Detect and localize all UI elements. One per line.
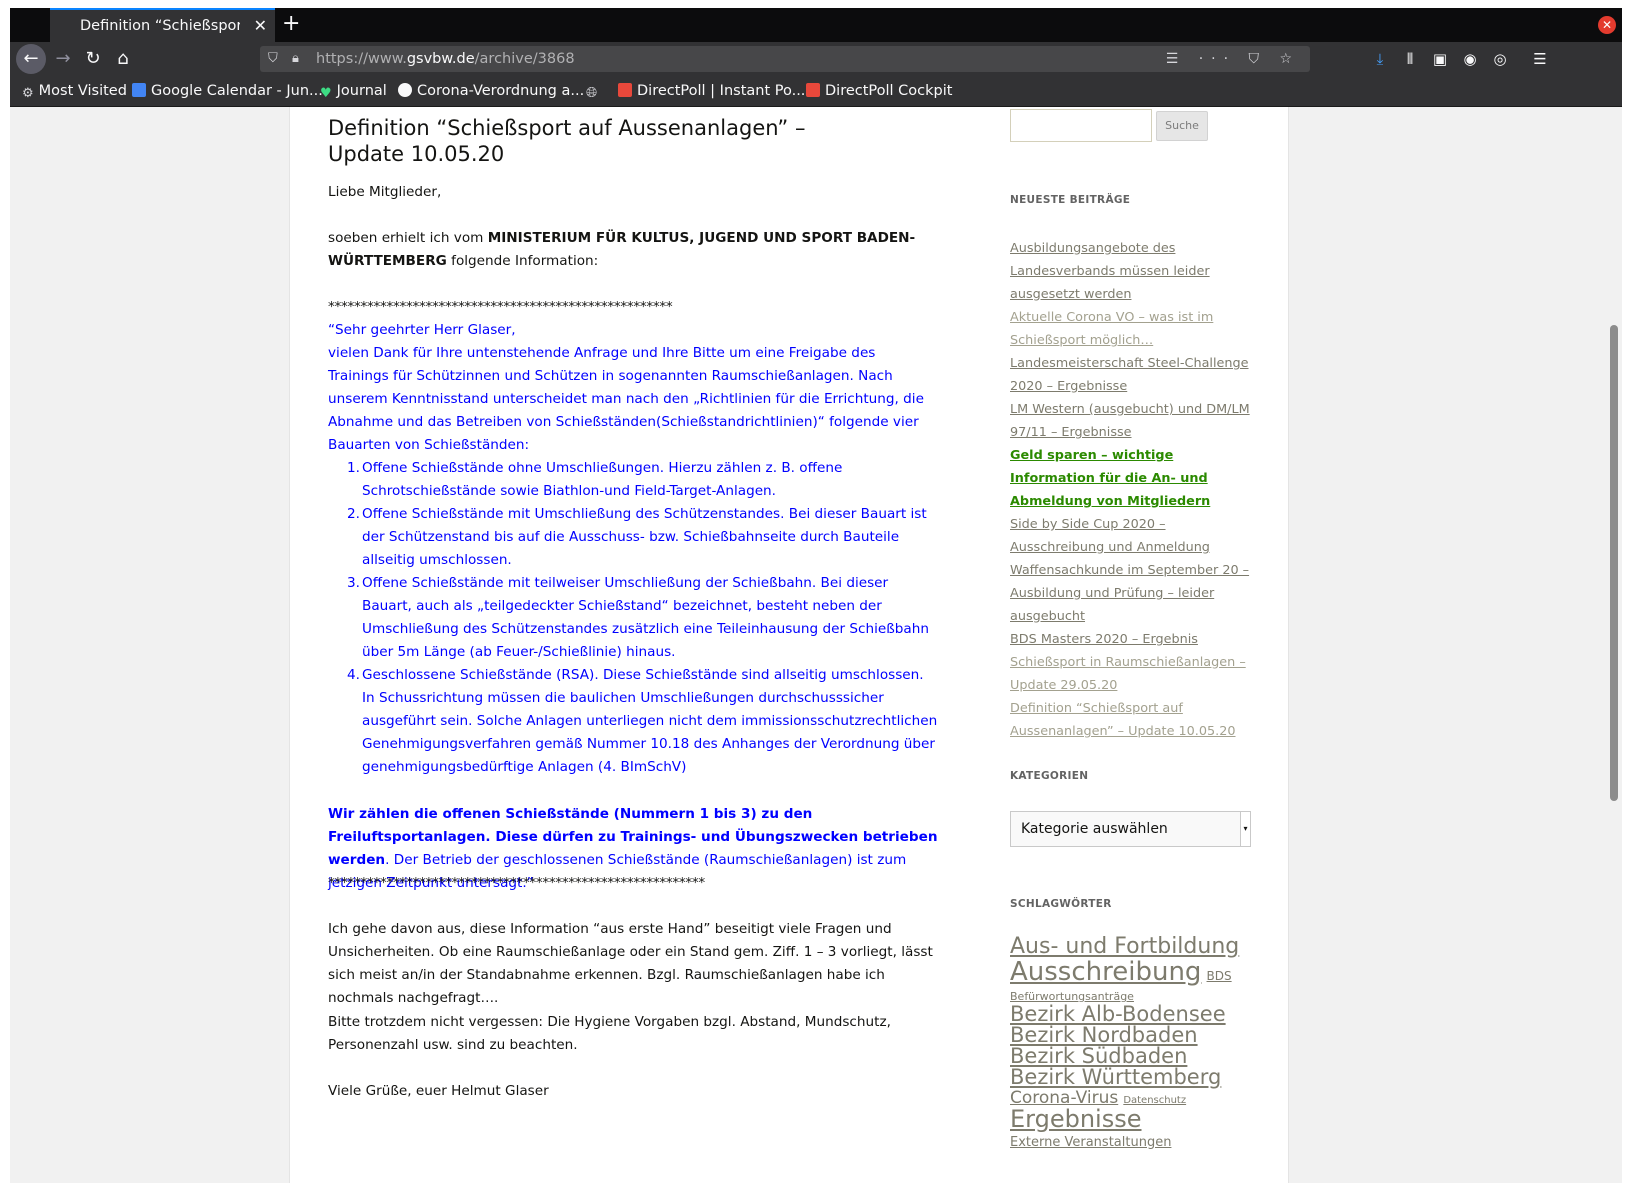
- page-actions[interactable]: ☰ ··· ⛉ ☆: [1166, 46, 1300, 72]
- new-tab-button[interactable]: +: [282, 8, 300, 40]
- recent-post-link[interactable]: LM Western (ausgebucht) und DM/LM 97/11 …: [1010, 398, 1255, 444]
- window-close-button[interactable]: ✕: [1598, 16, 1616, 34]
- tag-link[interactable]: Bezirk Württemberg: [1010, 1065, 1221, 1089]
- heart-icon: ♥: [320, 86, 332, 101]
- tag-link[interactable]: Externe Veranstaltungen: [1010, 1135, 1171, 1150]
- chevron-down-icon: ▾: [1240, 812, 1250, 846]
- paragraph-info: Ich gehe davon aus, diese Information “a…: [328, 921, 933, 1006]
- home-button[interactable]: ⌂: [108, 44, 138, 74]
- bookmarks-toolbar: ⚙ Most Visited Google Calendar - Jun... ♥…: [10, 76, 1622, 107]
- tab-title: Definition “Schießsport auf Aussenanlage…: [80, 18, 240, 34]
- quote-body: vielen Dank für Ihre untenstehende Anfra…: [328, 345, 924, 453]
- tab-active[interactable]: Definition “Schießsport auf Aussenanlage…: [50, 8, 275, 42]
- greeting: Liebe Mitglieder,: [328, 184, 442, 200]
- tag-link[interactable]: BDS: [1207, 969, 1232, 983]
- calendar-icon: [132, 83, 146, 97]
- sidebar-icon[interactable]: ▣: [1426, 44, 1454, 74]
- recent-post-link[interactable]: Schießsport in Raumschießanlagen – Updat…: [1010, 651, 1255, 697]
- tag-link[interactable]: Ausschreibung: [1010, 957, 1201, 987]
- bookmark-globe[interactable]: 🌐︎: [586, 76, 602, 107]
- globe-icon: 🌐︎: [586, 85, 598, 101]
- tags-title: SCHLAGWÖRTER: [1010, 898, 1112, 910]
- list-item: 4. Geschlossene Schießstände (RSA). Diese…: [347, 667, 938, 775]
- lock-icon[interactable]: 🔒︎: [292, 46, 299, 72]
- tab-strip: Definition “Schießsport auf Aussenanlage…: [10, 8, 1622, 42]
- tag-cloud: Aus- und Fortbildung Ausschreibung BDS B…: [1010, 935, 1250, 1150]
- page-viewport: Definition “Schießsport auf Aussenanlage…: [10, 107, 1622, 1183]
- tag-link[interactable]: Ergebnisse: [1010, 1105, 1142, 1133]
- reload-button[interactable]: ↻: [78, 44, 108, 74]
- directpoll-icon: [618, 83, 632, 97]
- browser-window: Definition “Schießsport auf Aussenanlage…: [10, 8, 1622, 1183]
- tag-link[interactable]: Aus- und Fortbildung: [1010, 934, 1239, 959]
- tracking-shield-icon[interactable]: ⛉: [268, 46, 278, 72]
- recent-posts-title: NEUESTE BEITRÄGE: [1010, 194, 1131, 206]
- category-select[interactable]: Kategorie auswählen ▾: [1010, 811, 1251, 847]
- recent-post-link-highlight[interactable]: Geld sparen – wichtige Information für d…: [1010, 444, 1255, 513]
- search-button[interactable]: Suche: [1156, 111, 1208, 141]
- recent-post-link[interactable]: Landesmeisterschaft Steel-Challenge 2020…: [1010, 352, 1255, 398]
- list-item: 3. Offene Schießstände mit teilweiser Ums…: [347, 575, 929, 660]
- recent-post-link[interactable]: Aktuelle Corona VO – was ist im Schießsp…: [1010, 306, 1255, 352]
- bookmark-directpoll[interactable]: DirectPoll | Instant Po...: [618, 76, 805, 107]
- separator-top: ****************************************…: [328, 299, 673, 315]
- recent-post-link[interactable]: Definition “Schießsport auf Aussenanlage…: [1010, 697, 1255, 743]
- menu-icon[interactable]: ☰: [1526, 44, 1554, 74]
- paragraph-hygiene: Bitte trotzdem nicht vergessen: Die Hygi…: [328, 1014, 891, 1053]
- list-item: 2. Offene Schießstände mit Umschließung d…: [347, 506, 927, 568]
- bookmark-most-visited[interactable]: ⚙ Most Visited: [22, 76, 127, 107]
- bookmark-corona-verordnung[interactable]: Corona-Verordnung a...: [398, 76, 584, 107]
- separator-bottom: ****************************************…: [328, 875, 705, 891]
- signoff: Viele Grüße, euer Helmut Glaser: [328, 1083, 549, 1099]
- search-input[interactable]: [1010, 109, 1152, 142]
- list-item: 1. Offene Schießstände ohne Umschließunge…: [347, 460, 843, 499]
- url-text: https://www.gsvbw.de/archive/3868: [316, 51, 575, 67]
- library-icon[interactable]: ⫴: [1396, 44, 1424, 74]
- intro-paragraph: soeben erhielt ich vom MINISTERIUM FÜR K…: [328, 230, 916, 269]
- bookmark-google-calendar[interactable]: Google Calendar - Jun...: [132, 76, 323, 107]
- scrollbar-thumb[interactable]: [1610, 325, 1618, 801]
- bookmark-journal[interactable]: ♥ Journal: [320, 76, 387, 107]
- post-title: Definition “Schießsport auf Aussenanlage…: [328, 116, 806, 166]
- quote-salutation: “Sehr geehrter Herr Glaser,: [328, 322, 516, 338]
- recent-posts-list: Ausbildungsangebote des Landesverbands m…: [1010, 237, 1255, 743]
- building-types-list: 1. Offene Schießstände ohne Umschließunge…: [328, 457, 938, 779]
- recent-post-link[interactable]: Waffensachkunde im September 20 – Ausbil…: [1010, 559, 1255, 628]
- tab-close-icon[interactable]: ✕: [254, 10, 267, 42]
- recent-post-link[interactable]: Side by Side Cup 2020 – Ausschreibung un…: [1010, 513, 1255, 559]
- gear-icon: ⚙: [22, 86, 34, 101]
- content-area: Definition “Schießsport auf Aussenanlage…: [289, 107, 1289, 1183]
- bookmark-directpoll-cockpit[interactable]: DirectPoll Cockpit: [806, 76, 952, 107]
- categories-title: KATEGORIEN: [1010, 770, 1089, 782]
- scrollbar[interactable]: [1610, 107, 1618, 1183]
- sync-icon[interactable]: ◉: [1456, 44, 1484, 74]
- recent-post-link[interactable]: BDS Masters 2020 – Ergebnis: [1010, 628, 1255, 651]
- url-bar[interactable]: ⛉ 🔒︎ https://www.gsvbw.de/archive/3868 ☰…: [260, 46, 1310, 72]
- directpoll-icon: [806, 83, 820, 97]
- site-icon: [398, 83, 412, 97]
- navigation-bar: ← → ↻ ⌂ ⛉ 🔒︎ https://www.gsvbw.de/archiv…: [10, 42, 1622, 76]
- account-icon[interactable]: ◎: [1486, 44, 1514, 74]
- downloads-icon[interactable]: ⤓: [1366, 44, 1394, 74]
- back-button[interactable]: ←: [16, 44, 46, 74]
- forward-button[interactable]: →: [48, 44, 78, 74]
- recent-post-link[interactable]: Ausbildungsangebote des Landesverbands m…: [1010, 237, 1255, 306]
